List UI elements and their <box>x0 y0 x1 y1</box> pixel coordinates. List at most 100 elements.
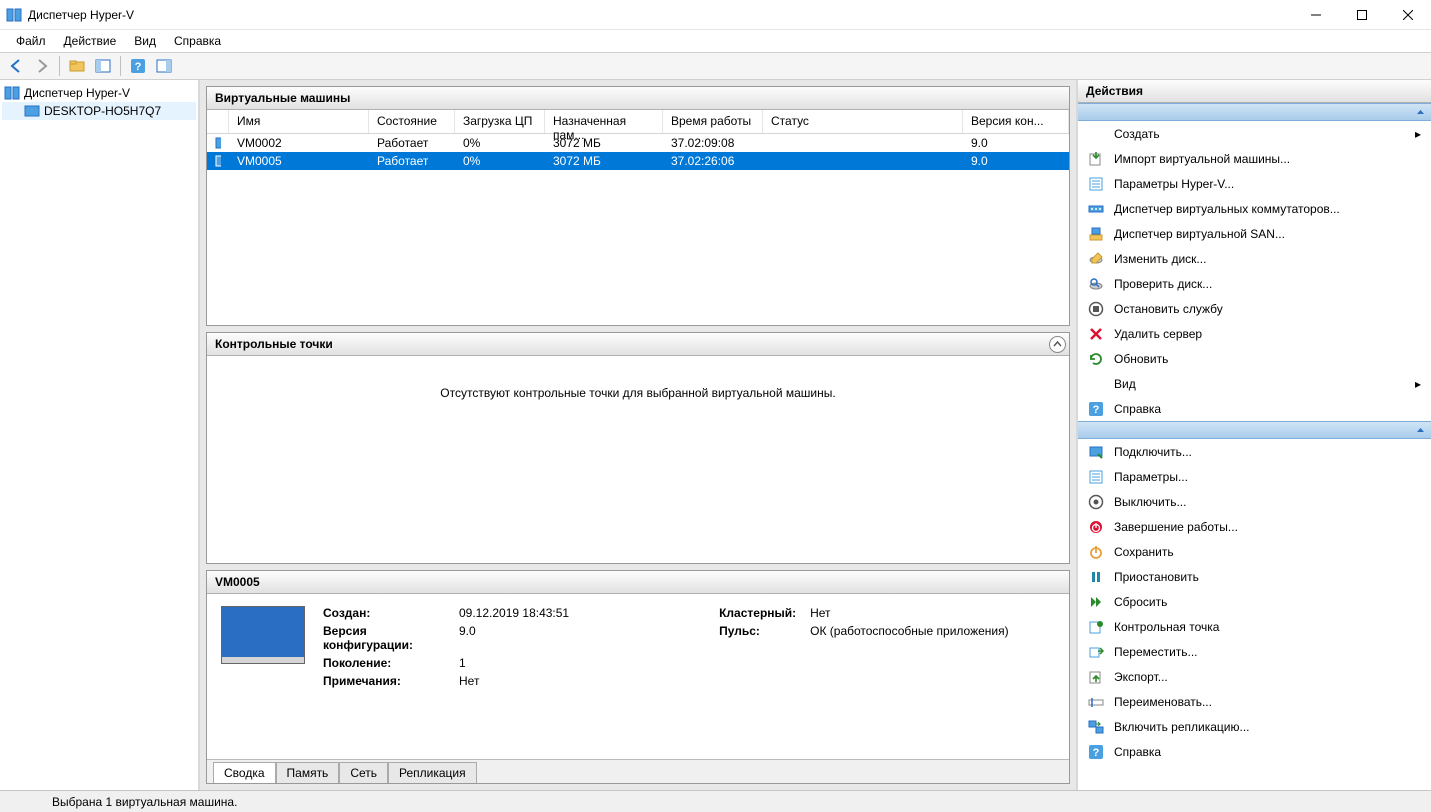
action-удалить-сервер[interactable]: Удалить сервер <box>1078 321 1431 346</box>
vm-name: VM0005 <box>229 154 369 168</box>
action-справка[interactable]: ? Справка <box>1078 396 1431 421</box>
col-version[interactable]: Версия кон... <box>963 110 1069 133</box>
maximize-button[interactable] <box>1339 0 1385 30</box>
action-label: Подключить... <box>1114 445 1192 459</box>
action-label: Параметры... <box>1114 470 1188 484</box>
action-экспорт-[interactable]: Экспорт... <box>1078 664 1431 689</box>
actions-section-host-bar[interactable] <box>1078 103 1431 121</box>
chevron-up-icon <box>1416 108 1425 117</box>
action-переименовать-[interactable]: Переименовать... <box>1078 689 1431 714</box>
col-cpu[interactable]: Загрузка ЦП <box>455 110 545 133</box>
action-создать[interactable]: Создать ▸ <box>1078 121 1431 146</box>
action-обновить[interactable]: Обновить <box>1078 346 1431 371</box>
vm-icon <box>207 136 229 150</box>
vm-thumbnail[interactable] <box>221 606 305 664</box>
settings-icon <box>1088 176 1104 192</box>
action-включить-репликацию-[interactable]: Включить репликацию... <box>1078 714 1431 739</box>
vm-list-panel: Виртуальные машины Имя Состояние Загрузк… <box>206 86 1070 326</box>
tree-root[interactable]: Диспетчер Hyper-V <box>2 84 196 102</box>
tree-host-label: DESKTOP-HO5H7Q7 <box>44 104 161 118</box>
action-сбросить[interactable]: Сбросить <box>1078 589 1431 614</box>
cp-body: Отсутствуют контрольные точки для выбран… <box>207 356 1069 563</box>
action-выключить-[interactable]: Выключить... <box>1078 489 1431 514</box>
action-label: Параметры Hyper-V... <box>1114 177 1234 191</box>
minimize-button[interactable] <box>1293 0 1339 30</box>
label-generation: Поколение: <box>323 656 453 670</box>
back-button[interactable] <box>4 54 28 78</box>
label-heartbeat: Пульс: <box>719 624 804 638</box>
action-параметры-hyper-v-[interactable]: Параметры Hyper-V... <box>1078 171 1431 196</box>
action-контрольная-точка[interactable]: Контрольная точка <box>1078 614 1431 639</box>
label-created: Создан: <box>323 606 453 620</box>
vm-row[interactable]: VM0002 Работает 0% 3072 МБ 37.02:09:08 9… <box>207 134 1069 152</box>
actions-section-vm-bar[interactable] <box>1078 421 1431 439</box>
connect-icon <box>1088 444 1104 460</box>
menu-file[interactable]: Файл <box>8 32 54 50</box>
tab-network[interactable]: Сеть <box>339 762 388 783</box>
action-label: Вид <box>1114 377 1136 391</box>
vm-version: 9.0 <box>963 136 1069 150</box>
action-диспетчер-виртуальных-коммутаторов-[interactable]: Диспетчер виртуальных коммутаторов... <box>1078 196 1431 221</box>
action-label: Диспетчер виртуальных коммутаторов... <box>1114 202 1340 216</box>
col-mem[interactable]: Назначенная пам... <box>545 110 663 133</box>
editdisk-icon <box>1088 251 1104 267</box>
save-icon <box>1088 544 1104 560</box>
main-area: Диспетчер Hyper-V DESKTOP-HO5H7Q7 Виртуа… <box>0 80 1431 790</box>
action-вид[interactable]: Вид ▸ <box>1078 371 1431 396</box>
tab-summary[interactable]: Сводка <box>213 762 276 783</box>
help-button[interactable]: ? <box>126 54 150 78</box>
cp-panel-header: Контрольные точки <box>207 333 1069 356</box>
help-icon: ? <box>1088 401 1104 417</box>
action-label: Импорт виртуальной машины... <box>1114 152 1290 166</box>
reset-icon <box>1088 594 1104 610</box>
details-header: VM0005 <box>207 571 1069 594</box>
tab-memory[interactable]: Память <box>276 762 340 783</box>
col-status[interactable]: Статус <box>763 110 963 133</box>
vm-icon <box>207 154 229 168</box>
vm-mem: 3072 МБ <box>545 136 663 150</box>
action-изменить-диск-[interactable]: Изменить диск... <box>1078 246 1431 271</box>
stop-icon <box>1088 301 1104 317</box>
action-завершение-работы-[interactable]: Завершение работы... <box>1078 514 1431 539</box>
action-сохранить[interactable]: Сохранить <box>1078 539 1431 564</box>
vm-uptime: 37.02:26:06 <box>663 154 763 168</box>
action-проверить-диск-[interactable]: Проверить диск... <box>1078 271 1431 296</box>
value-generation: 1 <box>459 656 466 670</box>
svg-text:?: ? <box>1093 747 1100 759</box>
menu-help[interactable]: Справка <box>166 32 229 50</box>
settings-icon <box>1088 469 1104 485</box>
shutdown-icon <box>1088 519 1104 535</box>
panel-button[interactable] <box>91 54 115 78</box>
value-config-version: 9.0 <box>459 624 476 652</box>
panel-button-2[interactable] <box>152 54 176 78</box>
action-приостановить[interactable]: Приостановить <box>1078 564 1431 589</box>
actions-host-list: Создать ▸ Импорт виртуальной машины... П… <box>1078 121 1431 421</box>
action-справка[interactable]: ? Справка <box>1078 739 1431 764</box>
value-clustered: Нет <box>810 606 830 620</box>
tab-replication[interactable]: Репликация <box>388 762 477 783</box>
checkpoints-panel: Контрольные точки Отсутствуют контрольны… <box>206 332 1070 564</box>
cp-panel-title: Контрольные точки <box>215 337 333 351</box>
action-остановить-службу[interactable]: Остановить службу <box>1078 296 1431 321</box>
action-label: Переместить... <box>1114 645 1198 659</box>
menu-action[interactable]: Действие <box>56 32 125 50</box>
action-параметры-[interactable]: Параметры... <box>1078 464 1431 489</box>
delete-icon <box>1088 326 1104 342</box>
menu-view[interactable]: Вид <box>126 32 164 50</box>
close-button[interactable] <box>1385 0 1431 30</box>
action-диспетчер-виртуальной-san-[interactable]: Диспетчер виртуальной SAN... <box>1078 221 1431 246</box>
forward-button[interactable] <box>30 54 54 78</box>
col-uptime[interactable]: Время работы <box>663 110 763 133</box>
details-body: Создан:09.12.2019 18:43:51 Версия конфиг… <box>207 594 1069 759</box>
action-переместить-[interactable]: Переместить... <box>1078 639 1431 664</box>
col-state[interactable]: Состояние <box>369 110 455 133</box>
label-config-version: Версия конфигурации: <box>323 624 453 652</box>
folder-button[interactable] <box>65 54 89 78</box>
col-name[interactable]: Имя <box>229 110 369 133</box>
tree-host[interactable]: DESKTOP-HO5H7Q7 <box>2 102 196 120</box>
action-label: Удалить сервер <box>1114 327 1202 341</box>
action-подключить-[interactable]: Подключить... <box>1078 439 1431 464</box>
collapse-button[interactable] <box>1049 336 1066 353</box>
vm-row[interactable]: VM0005 Работает 0% 3072 МБ 37.02:26:06 9… <box>207 152 1069 170</box>
action-импорт-виртуальной-машины-[interactable]: Импорт виртуальной машины... <box>1078 146 1431 171</box>
